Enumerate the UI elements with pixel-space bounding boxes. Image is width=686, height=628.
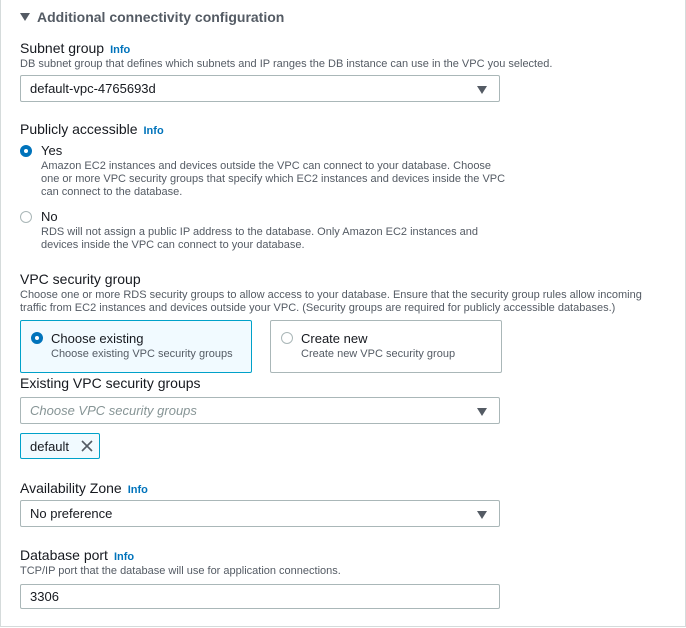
az-value: No preference bbox=[30, 506, 113, 521]
db-port-label: Database port Info bbox=[20, 547, 134, 563]
vpc-sg-label: VPC security group bbox=[20, 271, 141, 287]
db-port-info-link[interactable]: Info bbox=[114, 551, 134, 563]
radio-public-no-label: No bbox=[41, 209, 58, 224]
radio-public-yes-description: Amazon EC2 instances and devices outside… bbox=[41, 160, 506, 198]
radio-create-new[interactable] bbox=[281, 332, 293, 344]
radio-public-yes[interactable] bbox=[20, 145, 32, 157]
subnet-group-label: Subnet group Info bbox=[20, 40, 130, 56]
subnet-group-info-link[interactable]: Info bbox=[110, 44, 130, 56]
existing-sg-select[interactable]: Choose VPC security groups bbox=[20, 397, 500, 424]
section-toggle[interactable]: Additional connectivity configuration bbox=[20, 9, 284, 25]
public-access-label-text: Publicly accessible bbox=[20, 121, 138, 137]
az-info-link[interactable]: Info bbox=[128, 484, 148, 496]
existing-sg-label: Existing VPC security groups bbox=[20, 375, 201, 391]
subnet-group-description: DB subnet group that defines which subne… bbox=[20, 58, 553, 70]
public-access-info-link[interactable]: Info bbox=[144, 125, 164, 137]
subnet-group-select[interactable]: default-vpc-4765693d bbox=[20, 75, 500, 102]
existing-sg-placeholder: Choose VPC security groups bbox=[30, 403, 197, 418]
db-port-input[interactable] bbox=[20, 584, 500, 609]
public-access-label: Publicly accessible Info bbox=[20, 121, 164, 137]
close-icon[interactable] bbox=[81, 440, 93, 452]
existing-sg-label-text: Existing VPC security groups bbox=[20, 375, 201, 391]
subnet-group-value: default-vpc-4765693d bbox=[30, 81, 156, 96]
db-port-label-text: Database port bbox=[20, 547, 108, 563]
caret-down-icon bbox=[20, 13, 30, 21]
card-create-new-title: Create new bbox=[301, 331, 368, 346]
chevron-down-icon bbox=[477, 408, 487, 416]
az-select[interactable]: No preference bbox=[20, 500, 500, 527]
chevron-down-icon bbox=[477, 511, 487, 519]
radio-public-yes-label: Yes bbox=[41, 143, 63, 158]
az-label-text: Availability Zone bbox=[20, 480, 122, 496]
chevron-down-icon bbox=[477, 86, 487, 94]
token-label: default bbox=[30, 438, 70, 454]
radio-choose-existing[interactable] bbox=[31, 332, 43, 344]
az-label: Availability Zone Info bbox=[20, 480, 148, 496]
settings-panel: Additional connectivity configuration Su… bbox=[0, 0, 686, 627]
card-choose-existing-title: Choose existing bbox=[51, 331, 144, 346]
radio-public-no[interactable] bbox=[20, 211, 32, 223]
security-group-token: default bbox=[20, 433, 100, 459]
radio-public-no-description: RDS will not assign a public IP address … bbox=[41, 226, 478, 251]
db-port-description: TCP/IP port that the database will use f… bbox=[20, 565, 341, 577]
subnet-group-label-text: Subnet group bbox=[20, 40, 105, 56]
card-choose-existing[interactable]: Choose existing Choose existing VPC secu… bbox=[20, 320, 252, 373]
card-choose-existing-description: Choose existing VPC security groups bbox=[51, 348, 233, 360]
vpc-sg-description: Choose one or more RDS security groups t… bbox=[20, 289, 642, 314]
section-title: Additional connectivity configuration bbox=[37, 9, 285, 25]
card-create-new-description: Create new VPC security group bbox=[301, 348, 456, 360]
card-create-new[interactable]: Create new Create new VPC security group bbox=[270, 320, 502, 373]
vpc-sg-label-text: VPC security group bbox=[20, 271, 141, 287]
